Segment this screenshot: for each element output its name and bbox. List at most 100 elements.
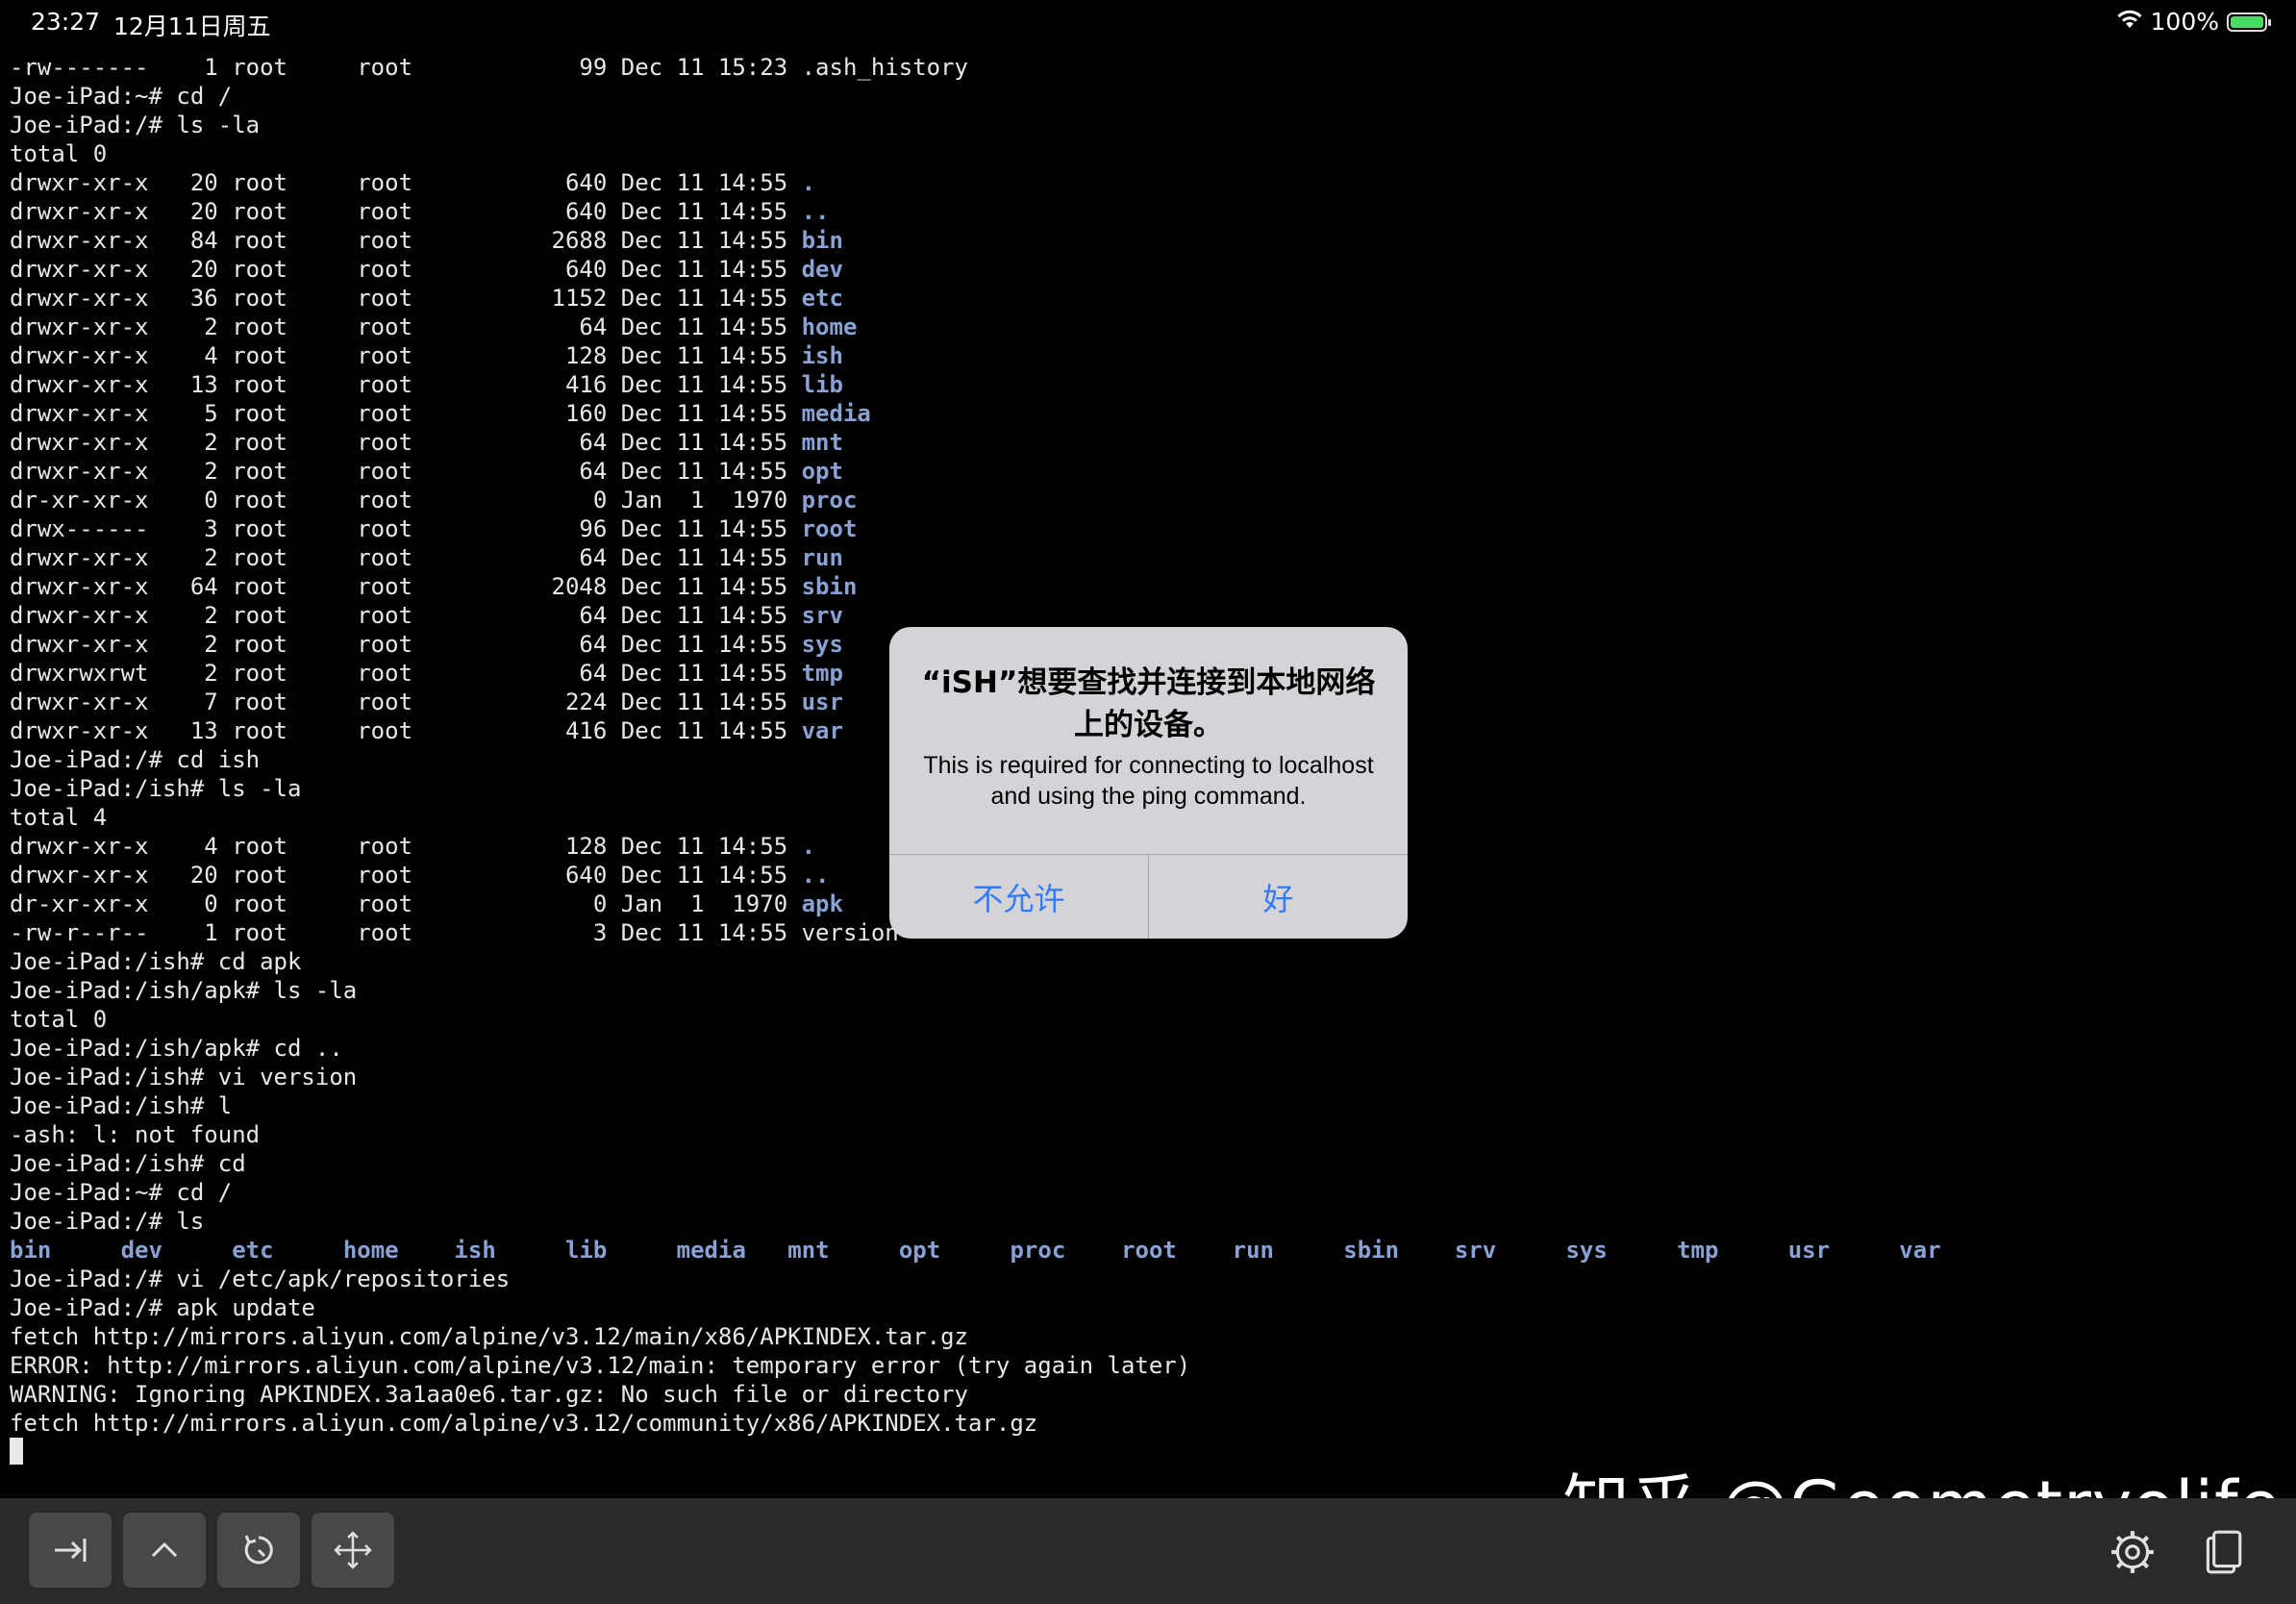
- terminal-text: drwxr-xr-x 2 root root 64 Dec 11 14:55: [10, 458, 802, 485]
- terminal-text: Joe-iPad:/ish# cd apk: [10, 948, 302, 975]
- terminal-text: fetch http://mirrors.aliyun.com/alpine/v…: [10, 1410, 1038, 1437]
- directory-name: root: [801, 515, 858, 542]
- directory-name: .: [801, 833, 816, 860]
- terminal-text: drwxr-xr-x 2 root root 64 Dec 11 14:55: [10, 313, 802, 340]
- settings-button[interactable]: [2106, 1525, 2159, 1579]
- terminal-text: Joe-iPad:/# ls: [10, 1208, 205, 1235]
- terminal-text: drwxr-xr-x 2 root root 64 Dec 11 14:55: [10, 544, 802, 571]
- directory-name: bin: [10, 1237, 52, 1264]
- terminal-text: Joe-iPad:/ish/apk# cd ..: [10, 1035, 343, 1062]
- tab-key-button[interactable]: [29, 1513, 112, 1588]
- directory-name: ish: [801, 342, 843, 369]
- terminal-line: Joe-iPad:/# vi /etc/apk/repositories: [10, 1265, 2288, 1293]
- directory-name: root: [1121, 1237, 1177, 1264]
- terminal-text: drwxr-xr-x 4 root root 128 Dec 11 14:55: [10, 833, 802, 860]
- directory-name: dev: [120, 1237, 162, 1264]
- terminal-text: Joe-iPad:/# cd ish: [10, 746, 261, 773]
- terminal-line: Joe-iPad:~# cd /: [10, 1178, 2288, 1207]
- terminal-line: fetch http://mirrors.aliyun.com/alpine/v…: [10, 1409, 2288, 1438]
- terminal-line: Joe-iPad:/ish/apk# ls -la: [10, 976, 2288, 1005]
- terminal-text: -rw------- 1 root root 99 Dec 11 15:23 .…: [10, 54, 968, 81]
- terminal-line: total 0: [10, 139, 2288, 168]
- terminal-line: drwxr-xr-x 2 root root 64 Dec 11 14:55 h…: [10, 313, 2288, 341]
- directory-name: run: [801, 544, 843, 571]
- wifi-icon: [2116, 8, 2143, 36]
- directory-name: ..: [801, 198, 830, 225]
- terminal-text: Joe-iPad:/# vi /etc/apk/repositories: [10, 1266, 511, 1292]
- terminal-line: total 0: [10, 1005, 2288, 1034]
- directory-name: proc: [1010, 1237, 1066, 1264]
- directory-name: sys: [1565, 1237, 1608, 1264]
- terminal-text: drwxr-xr-x 20 root root 640 Dec 11 14:55: [10, 198, 802, 225]
- history-button[interactable]: [217, 1513, 300, 1588]
- directory-name: var: [801, 717, 843, 744]
- terminal-text: drwxr-xr-x 2 root root 64 Dec 11 14:55: [10, 631, 802, 658]
- directory-name: sbin: [801, 573, 858, 600]
- terminal-text: Joe-iPad:/# apk update: [10, 1294, 315, 1321]
- control-key-button[interactable]: [123, 1513, 206, 1588]
- directory-name: opt: [801, 458, 843, 485]
- paste-button[interactable]: [2195, 1525, 2249, 1579]
- terminal-line: Joe-iPad:/ish/apk# cd ..: [10, 1034, 2288, 1063]
- terminal-line: fetch http://mirrors.aliyun.com/alpine/v…: [10, 1322, 2288, 1351]
- terminal-line: drwxr-xr-x 20 root root 640 Dec 11 14:55…: [10, 197, 2288, 226]
- directory-name: media: [676, 1237, 746, 1264]
- clipboard-icon: [2206, 1530, 2242, 1574]
- status-date: 12月11日周五: [113, 13, 271, 40]
- terminal-text: drwxr-xr-x 13 root root 416 Dec 11 14:55: [10, 371, 802, 398]
- terminal-text: Joe-iPad:/ish# l: [10, 1092, 233, 1119]
- deny-button[interactable]: 不允许: [889, 855, 1148, 939]
- directory-name: media: [801, 400, 871, 427]
- terminal-text: dr-xr-xr-x 0 root root 0 Jan 1 1970: [10, 890, 802, 917]
- keyboard-toolbar: [0, 1498, 2296, 1604]
- directory-name: lib: [801, 371, 843, 398]
- directory-name: usr: [1787, 1237, 1831, 1264]
- terminal-text: Joe-iPad:/ish# cd: [10, 1150, 246, 1177]
- directory-name: run: [1232, 1237, 1275, 1264]
- directory-name: sbin: [1343, 1237, 1400, 1264]
- terminal-line: drwxr-xr-x 64 root root 2048 Dec 11 14:5…: [10, 572, 2288, 601]
- directory-name: proc: [801, 487, 858, 514]
- directory-name: .: [801, 169, 816, 196]
- terminal-line: drwxr-xr-x 20 root root 640 Dec 11 14:55…: [10, 255, 2288, 284]
- terminal-text: -ash: l: not found: [10, 1121, 261, 1148]
- terminal-line: Joe-iPad:/# ls: [10, 1207, 2288, 1236]
- terminal-line: drwxr-xr-x 2 root root 64 Dec 11 14:55 r…: [10, 543, 2288, 572]
- arrow-keys-button[interactable]: [312, 1513, 394, 1588]
- directory-name: ish: [454, 1237, 496, 1264]
- terminal-text: drwxr-xr-x 13 root root 416 Dec 11 14:55: [10, 717, 802, 744]
- terminal-line: drwxr-xr-x 36 root root 1152 Dec 11 14:5…: [10, 284, 2288, 313]
- alert-title: “iSH”想要查找并连接到本地网络上的设备。: [921, 665, 1376, 742]
- terminal-text: drwxr-xr-x 7 root root 224 Dec 11 14:55: [10, 689, 802, 715]
- terminal-text: dr-xr-xr-x 0 root root 0 Jan 1 1970: [10, 487, 802, 514]
- terminal-text: drwxr-xr-x 84 root root 2688 Dec 11 14:5…: [10, 227, 802, 254]
- terminal-line: bin dev etc home ish lib media mnt opt p…: [10, 1236, 2288, 1265]
- battery-fill: [2231, 15, 2263, 28]
- directory-name: usr: [801, 689, 843, 715]
- allow-button[interactable]: 好: [1149, 855, 1408, 939]
- terminal-text: Joe-iPad:~# cd /: [10, 1179, 233, 1206]
- directory-name: mnt: [787, 1237, 830, 1264]
- directory-name: srv: [801, 602, 843, 629]
- terminal-text: drwxrwxrwt 2 root root 64 Dec 11 14:55: [10, 660, 802, 687]
- terminal-text: drwxr-xr-x 5 root root 160 Dec 11 14:55: [10, 400, 802, 427]
- directory-name: ..: [801, 862, 830, 889]
- terminal-text: drwxr-xr-x 20 root root 640 Dec 11 14:55: [10, 862, 802, 889]
- terminal-line: -ash: l: not found: [10, 1120, 2288, 1149]
- terminal-line: Joe-iPad:/ish# vi version: [10, 1063, 2288, 1091]
- terminal-text: Joe-iPad:/ish# ls -la: [10, 775, 302, 802]
- status-right: 100%: [2116, 8, 2271, 36]
- terminal-text: Joe-iPad:/# ls -la: [10, 112, 261, 138]
- terminal-line: drwxr-xr-x 20 root root 640 Dec 11 14:55…: [10, 168, 2288, 197]
- terminal-line: Joe-iPad:/ish# cd: [10, 1149, 2288, 1178]
- terminal-text: drwxr-xr-x 20 root root 640 Dec 11 14:55: [10, 169, 802, 196]
- directory-name: opt: [898, 1237, 941, 1264]
